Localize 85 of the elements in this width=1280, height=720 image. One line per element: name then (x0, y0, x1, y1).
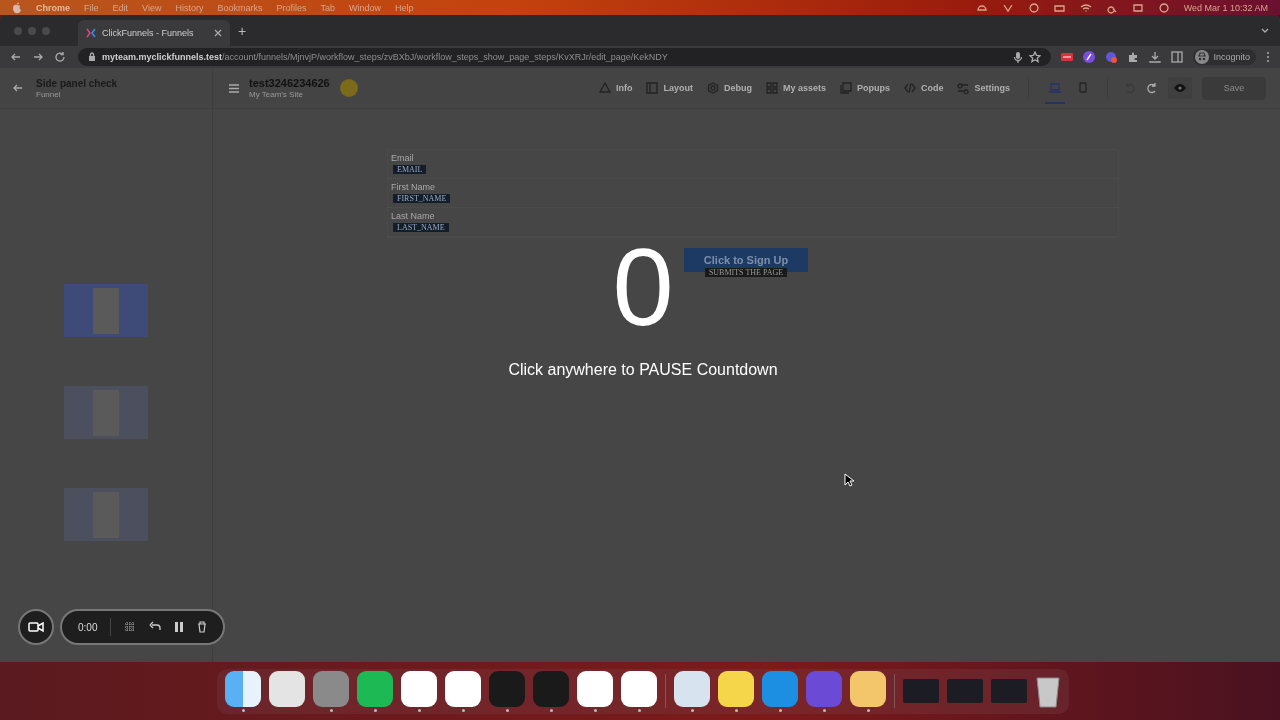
layout-icon (646, 82, 659, 94)
menu-item[interactable]: Help (395, 2, 414, 13)
toolbar-button[interactable]: Info (596, 82, 635, 94)
microphone-icon[interactable] (1013, 51, 1024, 63)
side-panel-icon[interactable] (1171, 51, 1184, 63)
page-thumbnail[interactable] (64, 488, 148, 541)
grid-icon (765, 82, 778, 94)
toolbar-button[interactable]: My assets (763, 82, 828, 94)
apple-icon[interactable] (12, 1, 22, 14)
status-icon[interactable] (1157, 1, 1170, 14)
app-menu[interactable]: Chrome (36, 2, 70, 13)
undo-icon[interactable] (149, 621, 162, 633)
warning-icon (598, 82, 611, 94)
form-field[interactable]: Email EMAIL (388, 150, 1118, 179)
button-tag: SUBMITS THE PAGE (704, 268, 788, 277)
menu-item[interactable]: History (175, 2, 204, 13)
browser-tab[interactable]: ClickFunnels - Funnels (78, 20, 230, 46)
toolbar-button[interactable]: Layout (644, 82, 695, 94)
status-icon[interactable] (1027, 1, 1040, 14)
grid-icon[interactable] (124, 621, 137, 633)
video-camera-icon (28, 621, 44, 633)
cursor-icon (844, 473, 854, 487)
hexagon-icon (706, 82, 719, 94)
status-icon[interactable] (1131, 1, 1144, 14)
more-icon[interactable] (1266, 51, 1270, 63)
settings-icon (957, 82, 970, 94)
field-label: Last Name (391, 211, 435, 221)
back-icon[interactable] (10, 51, 22, 63)
trash-icon[interactable] (197, 621, 208, 633)
back-icon[interactable] (12, 82, 24, 94)
pause-icon[interactable] (174, 621, 185, 633)
funnel-label: Funnel (36, 89, 62, 99)
toolbar-button[interactable]: Popups (838, 82, 892, 94)
menu-item[interactable]: File (84, 2, 99, 13)
field-label: First Name (391, 182, 435, 192)
field-tag: FIRST_NAME (393, 194, 451, 203)
site-name: My Team's Site (249, 90, 304, 99)
field-label: Email (391, 153, 414, 163)
page-thumbnail[interactable] (64, 386, 148, 439)
window-thumbnail[interactable] (947, 679, 983, 703)
menu-item[interactable]: Tab (320, 2, 335, 13)
window-thumbnail[interactable] (991, 679, 1027, 703)
forward-icon[interactable] (32, 51, 44, 63)
form-field[interactable]: First Name FIRST_NAME (388, 179, 1118, 208)
recording-timer: 0:00 (78, 621, 98, 633)
windows-icon (840, 82, 852, 94)
countdown-message[interactable]: Click anywhere to PAUSE Countdown (508, 361, 778, 379)
clock[interactable]: Wed Mar 1 10:32 AM (1183, 2, 1268, 13)
lock-icon (88, 52, 96, 62)
tab-title: ClickFunnels - Funnels (102, 28, 195, 38)
field-tag: EMAIL (393, 165, 427, 174)
menu-item[interactable]: Profiles (276, 2, 307, 13)
page-thumbnail[interactable] (64, 284, 148, 337)
new-tab-button[interactable]: + (238, 22, 247, 39)
reload-icon[interactable] (54, 51, 66, 63)
menu-item[interactable]: Window (348, 2, 381, 13)
incognito-icon (1195, 50, 1210, 64)
toolbar-button[interactable]: Settings (955, 82, 1012, 94)
extension-icon[interactable] (1083, 51, 1096, 63)
phone-icon (1079, 81, 1087, 93)
field-tag: LAST_NAME (393, 223, 449, 232)
url-text: myteam.myclickfunnels.test/account/funnels/MjnvjP/workflow_steps/zvBXbJ/workflow_steps_show_page_steps/KvXRJr/edit_page/KekNDY (102, 52, 668, 62)
form-field[interactable]: Last Name LAST_NAME (388, 208, 1118, 237)
toolbar-button[interactable]: Code (902, 82, 946, 94)
eye-icon (1174, 84, 1186, 92)
menu-item[interactable]: Edit (112, 2, 129, 13)
favicon-icon (86, 28, 96, 38)
window-thumbnail[interactable] (903, 679, 939, 703)
monitor-icon (1049, 82, 1061, 93)
close-icon[interactable] (214, 29, 222, 37)
star-icon[interactable] (1029, 51, 1042, 63)
puzzle-icon[interactable] (1127, 51, 1140, 63)
profile-button[interactable]: Incognito (1193, 49, 1256, 65)
menu-item[interactable]: View (142, 2, 162, 13)
download-icon[interactable] (1149, 51, 1162, 63)
status-icon[interactable] (1079, 1, 1092, 14)
extension-icon[interactable] (1061, 51, 1074, 63)
toolbar-button[interactable]: Debug (704, 82, 754, 94)
menu-item[interactable]: Bookmarks (217, 2, 263, 13)
menu-icon[interactable] (229, 83, 239, 93)
countdown-number: 0 (611, 237, 675, 337)
code-icon (904, 82, 916, 94)
address-bar[interactable]: myteam.myclickfunnels.test/account/funnels/MjnvjP/workflow_steps/zvBXbJ/workflow_steps_show_page_steps/KvXRJr/edit_page/KekNDY (78, 48, 1052, 66)
redo-icon[interactable] (1146, 82, 1158, 94)
trash-icon[interactable] (1035, 674, 1061, 708)
